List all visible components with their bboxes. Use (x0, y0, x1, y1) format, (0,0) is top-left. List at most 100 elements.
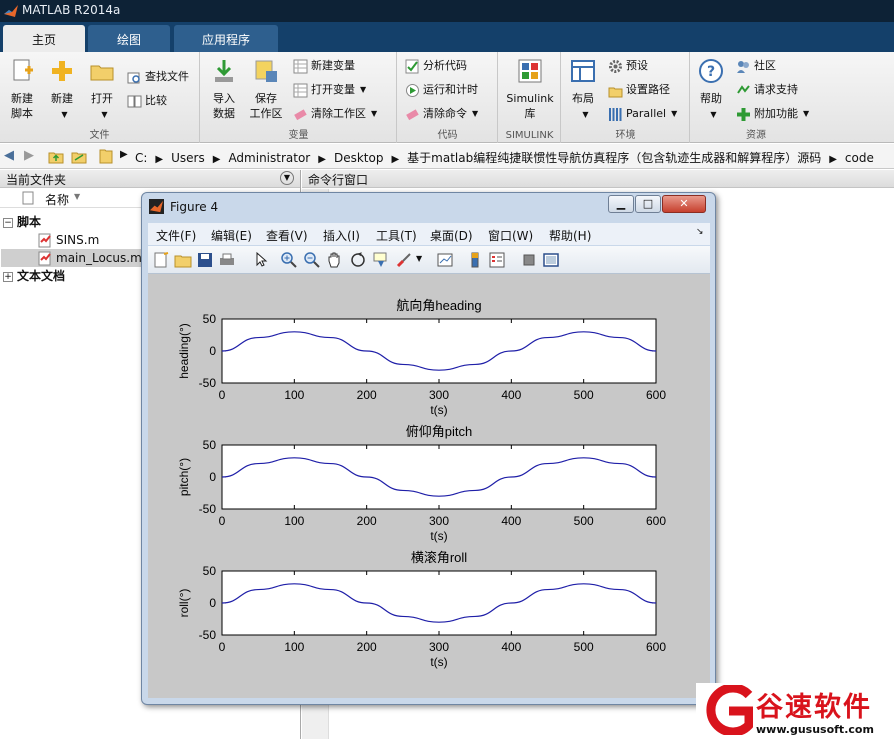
save-icon[interactable] (196, 251, 214, 269)
menu-file[interactable]: 文件(F) (156, 227, 196, 244)
clear-workspace-button[interactable]: 清除工作区 ▼ (293, 105, 377, 123)
zoom-in-icon[interactable] (280, 251, 298, 269)
rotate-3d-icon[interactable] (349, 251, 367, 269)
sort-icon: ▼ (74, 192, 81, 201)
close-button[interactable]: ✕ (662, 195, 706, 213)
y-axis-label: pitch(°) (177, 458, 191, 496)
colorbar-icon[interactable] (466, 251, 484, 269)
breadcrumb-item[interactable]: C: (135, 151, 147, 165)
zoom-out-icon[interactable] (303, 251, 321, 269)
docs-group[interactable]: + 文本文档 (3, 267, 65, 285)
m-file-icon (38, 251, 51, 266)
x-tick-label: 600 (646, 640, 666, 654)
gusu-logo-icon (706, 685, 753, 735)
tab-home[interactable]: 主页 (3, 25, 85, 52)
chevron-down-icon[interactable]: ▼ (416, 254, 422, 263)
tab-apps[interactable]: 应用程序 (174, 25, 278, 52)
new-button[interactable]: 新建 ▼ (44, 58, 80, 122)
open-variable-button[interactable]: 打开变量 ▼ (293, 81, 366, 99)
brush-icon[interactable] (395, 251, 413, 269)
breadcrumb-item[interactable]: code (845, 151, 874, 165)
file-item[interactable]: SINS.m (38, 231, 99, 249)
hide-plot-tools-icon[interactable] (520, 251, 538, 269)
m-file-icon (38, 233, 51, 248)
show-plot-tools-icon[interactable] (542, 251, 560, 269)
breadcrumb-item[interactable]: Users (171, 151, 205, 165)
panel-options-icon[interactable]: ▼ (280, 171, 294, 185)
addons-button[interactable]: 附加功能 ▼ (736, 105, 809, 123)
collapse-icon[interactable]: − (3, 217, 13, 228)
data-cursor-icon[interactable] (372, 251, 390, 269)
new-figure-icon[interactable] (152, 251, 170, 269)
menu-help[interactable]: 帮助(H) (549, 227, 591, 244)
file-group: 新建 脚本 新建 ▼ 打开 ▼ 查找文件 比较 文件 (0, 52, 200, 143)
analyze-code-button[interactable]: 分析代码 (405, 57, 467, 75)
scripts-group[interactable]: − 脚本 (3, 213, 41, 231)
breadcrumb-item[interactable]: 基于matlab编程纯捷联惯性导航仿真程序（包含轨迹生成器和解算程序）源码 (407, 149, 821, 166)
menu-edit[interactable]: 编辑(E) (211, 227, 252, 244)
import-data-button[interactable]: 导入 数据 (205, 58, 243, 121)
file-item-selected[interactable]: main_Locus.m (1, 249, 142, 267)
print-icon[interactable] (218, 251, 236, 269)
figure-toolbar: ▼ (148, 246, 710, 274)
clear-commands-button[interactable]: 清除命令 ▼ (405, 105, 478, 123)
menu-window[interactable]: 窗口(W) (488, 227, 533, 244)
dock-arrow-icon[interactable]: ↘ (696, 227, 704, 237)
menu-tools[interactable]: 工具(T) (376, 227, 417, 244)
pointer-icon[interactable] (252, 251, 270, 269)
addons-label: 附加功能 (754, 107, 798, 120)
legend-icon[interactable] (488, 251, 506, 269)
run-and-time-button[interactable]: 运行和计时 (405, 81, 478, 99)
up-folder-icon[interactable] (48, 149, 64, 164)
open-button[interactable]: 打开 ▼ (84, 58, 120, 122)
save-workspace-label: 保存 工作区 (249, 92, 283, 120)
figure-window: Figure 4 ▁ □ ✕ 文件(F) 编辑(E) 查看(V) 插入(I) 工… (141, 192, 716, 705)
find-files-button[interactable]: 查找文件 (127, 68, 189, 86)
find-files-icon (127, 72, 140, 83)
compare-button[interactable]: 比较 (127, 92, 167, 110)
y-tick-label: -50 (199, 628, 217, 642)
chevron-down-icon: ▼ (371, 109, 378, 118)
x-tick-label: 400 (501, 640, 521, 654)
new-script-button[interactable]: 新建 脚本 (4, 58, 40, 121)
clear-workspace-label: 清除工作区 (311, 107, 366, 120)
expand-icon[interactable]: + (3, 271, 13, 282)
minimize-button[interactable]: ▁ (608, 195, 634, 213)
request-support-button[interactable]: 请求支持 (736, 81, 798, 99)
layout-button[interactable]: 布局 ▼ (566, 58, 600, 122)
breadcrumb-item[interactable]: Desktop (334, 151, 384, 165)
x-tick-label: 600 (646, 388, 666, 402)
x-tick-label: 100 (284, 514, 304, 528)
menu-desktop[interactable]: 桌面(D) (430, 227, 473, 244)
x-tick-label: 300 (429, 388, 449, 402)
link-plot-icon[interactable] (436, 251, 454, 269)
breadcrumb-item[interactable]: Administrator (228, 151, 310, 165)
preferences-button[interactable]: 预设 (608, 57, 648, 75)
new-variable-button[interactable]: 新建变量 (293, 57, 355, 75)
x-tick-label: 400 (501, 514, 521, 528)
forward-arrow-icon[interactable]: ▶ (24, 148, 34, 163)
browse-folder-icon[interactable] (71, 149, 87, 164)
back-arrow-icon[interactable]: ◀ (4, 148, 14, 163)
file-name: main_Locus.m (56, 251, 142, 265)
menu-view[interactable]: 查看(V) (266, 227, 308, 244)
pan-hand-icon[interactable] (326, 251, 344, 269)
parallel-button[interactable]: Parallel ▼ (608, 105, 677, 123)
community-button[interactable]: 社区 (736, 57, 776, 75)
tab-plots[interactable]: 绘图 (88, 25, 170, 52)
menu-insert[interactable]: 插入(I) (323, 227, 360, 244)
x-tick-label: 200 (357, 514, 377, 528)
simulink-library-button[interactable]: Simulink 库 (502, 58, 558, 121)
open-file-icon[interactable] (174, 251, 192, 269)
maximize-button[interactable]: □ (635, 195, 661, 213)
x-tick-label: 0 (219, 640, 226, 654)
watermark: 谷速软件 www.gususoft.com (696, 683, 894, 739)
scripts-group-label: 脚本 (17, 215, 42, 229)
eraser-icon (406, 108, 419, 120)
help-button[interactable]: ? 帮助 ▼ (696, 58, 726, 122)
watermark-brand: 谷速软件 (756, 692, 872, 723)
help-label: 帮助 (700, 92, 722, 105)
save-workspace-button[interactable]: 保存 工作区 (245, 58, 287, 121)
x-axis-label: t(s) (430, 655, 447, 669)
set-path-button[interactable]: 设置路径 (608, 81, 670, 99)
